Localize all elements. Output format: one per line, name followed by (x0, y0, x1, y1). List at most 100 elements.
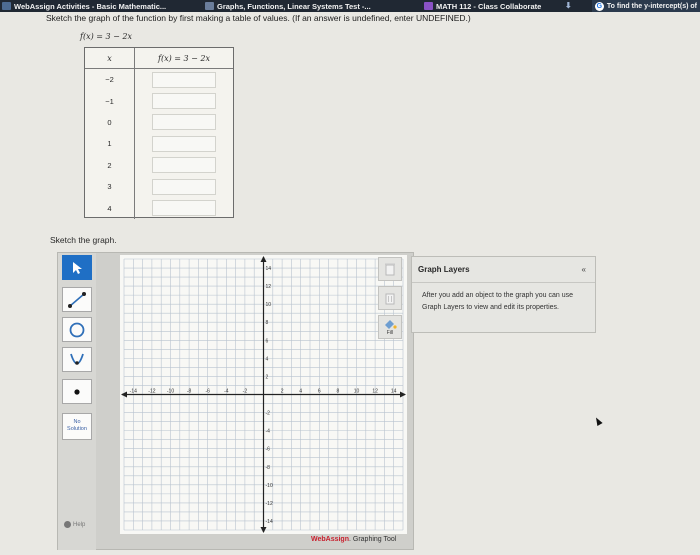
tab-google-search[interactable]: G To find the y-intercept(s) of (591, 0, 700, 12)
webassign-graphing-tool-brand: WebAssign. Graphing Tool (311, 536, 396, 543)
trash-icon (385, 293, 395, 305)
graph-layers-panel: Graph Layers « After you add an object t… (411, 256, 596, 333)
mouse-cursor-icon (593, 416, 603, 426)
table-row: 0 (85, 111, 233, 134)
y-tick-label: -8 (266, 465, 271, 471)
fill-button[interactable]: Fill (378, 315, 402, 339)
brand-suffix: . Graphing Tool (349, 536, 397, 543)
table-row: 4 (85, 197, 233, 219)
x-value: 3 (85, 175, 135, 198)
x-tick-label: -10 (167, 389, 174, 395)
graph-layers-header: Graph Layers « (412, 257, 595, 283)
tab-class-collaborate[interactable]: MATH 112 - Class Collaborate (424, 0, 541, 12)
coordinate-grid[interactable]: -14 -12 -10 -8 -6 -4 -2 2 4 6 8 10 12 14 14 12 10 8 6 4 2 -2 -… (120, 255, 407, 534)
delete-icon (385, 263, 395, 276)
y-tick-label: -10 (266, 483, 273, 489)
table-row: 3 (85, 175, 233, 198)
y-tick-label: -6 (266, 447, 271, 453)
help-button[interactable]: Help (64, 521, 85, 528)
line-tool-button[interactable] (62, 287, 92, 312)
graph-canvas[interactable]: -14 -12 -10 -8 -6 -4 -2 2 4 6 8 10 12 14 14 12 10 8 6 4 2 -2 -… (120, 255, 407, 534)
circle-icon (69, 322, 85, 337)
webassign-w-icon (205, 2, 214, 10)
y-tick-label: 12 (266, 284, 272, 290)
y-tick-label: -2 (266, 411, 271, 417)
webassign-icon (2, 2, 11, 10)
fill-icon (385, 319, 397, 329)
point-icon (74, 388, 80, 395)
y-tick-label: 10 (266, 302, 272, 308)
x-tick-label: 4 (299, 389, 302, 395)
fx-input[interactable] (152, 71, 216, 88)
x-value: 2 (85, 154, 135, 176)
y-tick-label: 4 (266, 356, 269, 362)
x-tick-label: -2 (243, 389, 248, 395)
fx-input[interactable] (152, 200, 216, 217)
y-tick-label: 2 (266, 374, 269, 380)
x-tick-label: -12 (148, 389, 155, 395)
line-icon (68, 291, 86, 308)
table-row: 2 (85, 154, 233, 176)
y-tick-label: -4 (266, 429, 271, 435)
table-row: 1 (85, 133, 233, 155)
header-x: x (85, 48, 135, 68)
pointer-icon (73, 261, 82, 274)
x-tick-label: 10 (354, 389, 360, 395)
x-tick-label: -4 (224, 389, 229, 395)
collaborate-icon (424, 2, 433, 10)
graph-side-tools: Fill (378, 257, 408, 339)
x-tick-label: 6 (318, 389, 321, 395)
x-value: 1 (85, 133, 135, 155)
fx-input[interactable] (152, 178, 216, 195)
x-value: −1 (85, 90, 135, 112)
x-value: 4 (85, 197, 135, 219)
tab-graphs-test[interactable]: Graphs, Functions, Linear Systems Test -… (205, 0, 371, 12)
parabola-icon (70, 353, 84, 365)
fill-label: Fill (386, 329, 394, 336)
delete-object-button[interactable] (378, 257, 402, 281)
y-tick-label: 14 (266, 266, 272, 272)
header-fx: f(x) = 3 − 2x (158, 53, 210, 63)
y-tick-label: 8 (266, 320, 269, 326)
help-icon (64, 521, 71, 528)
download-icon[interactable]: ⬇ (565, 1, 572, 10)
circle-tool-button[interactable] (62, 317, 92, 342)
table-header: x f(x) = 3 − 2x (85, 48, 233, 69)
tab-label: WebAssign Activities - Basic Mathematic.… (14, 1, 167, 11)
fx-input[interactable] (152, 135, 216, 152)
collapse-icon[interactable]: « (582, 265, 586, 274)
x-tick-label: -6 (205, 389, 210, 395)
trash-button[interactable] (378, 286, 402, 310)
y-tick-label: 6 (266, 338, 269, 344)
point-tool-button[interactable] (62, 379, 92, 404)
table-row: −1 (85, 90, 233, 112)
tool-palette: No Solution Help (58, 253, 96, 550)
fx-input[interactable] (152, 157, 216, 174)
browser-tab-bar: WebAssign Activities - Basic Mathematic.… (0, 0, 700, 12)
graph-layers-title: Graph Layers (418, 265, 470, 274)
google-icon: G (594, 1, 604, 11)
x-value: 0 (85, 111, 135, 134)
tab-label: To find the y-intercept(s) of (606, 2, 697, 10)
value-table: x f(x) = 3 − 2x −2 −1 0 1 2 3 4 (84, 47, 234, 219)
x-tick-label: 8 (337, 389, 340, 395)
fx-input[interactable] (152, 114, 216, 131)
x-tick-label: 2 (281, 389, 284, 395)
x-tick-label: -8 (187, 389, 192, 395)
tab-webassign-activities[interactable]: WebAssign Activities - Basic Mathematic.… (2, 0, 166, 12)
y-tick-label: -14 (266, 519, 273, 525)
parabola-tool-button[interactable] (62, 347, 92, 372)
fx-input[interactable] (152, 93, 216, 110)
x-tick-label: 12 (372, 389, 378, 395)
tab-label: Graphs, Functions, Linear Systems Test -… (217, 1, 371, 11)
function-definition: f(x) = 3 − 2x (80, 32, 132, 41)
no-solution-button[interactable]: No Solution (62, 413, 92, 440)
pointer-tool-button[interactable] (62, 255, 92, 280)
tab-label: MATH 112 - Class Collaborate (436, 1, 542, 11)
brand-name: WebAssign (311, 536, 349, 543)
table-row: −2 (85, 69, 233, 91)
y-tick-label: -12 (266, 501, 273, 507)
x-tick-label: -14 (130, 389, 137, 395)
graph-layers-message: After you add an object to the graph you… (422, 292, 573, 311)
x-tick-label: 14 (391, 389, 397, 395)
